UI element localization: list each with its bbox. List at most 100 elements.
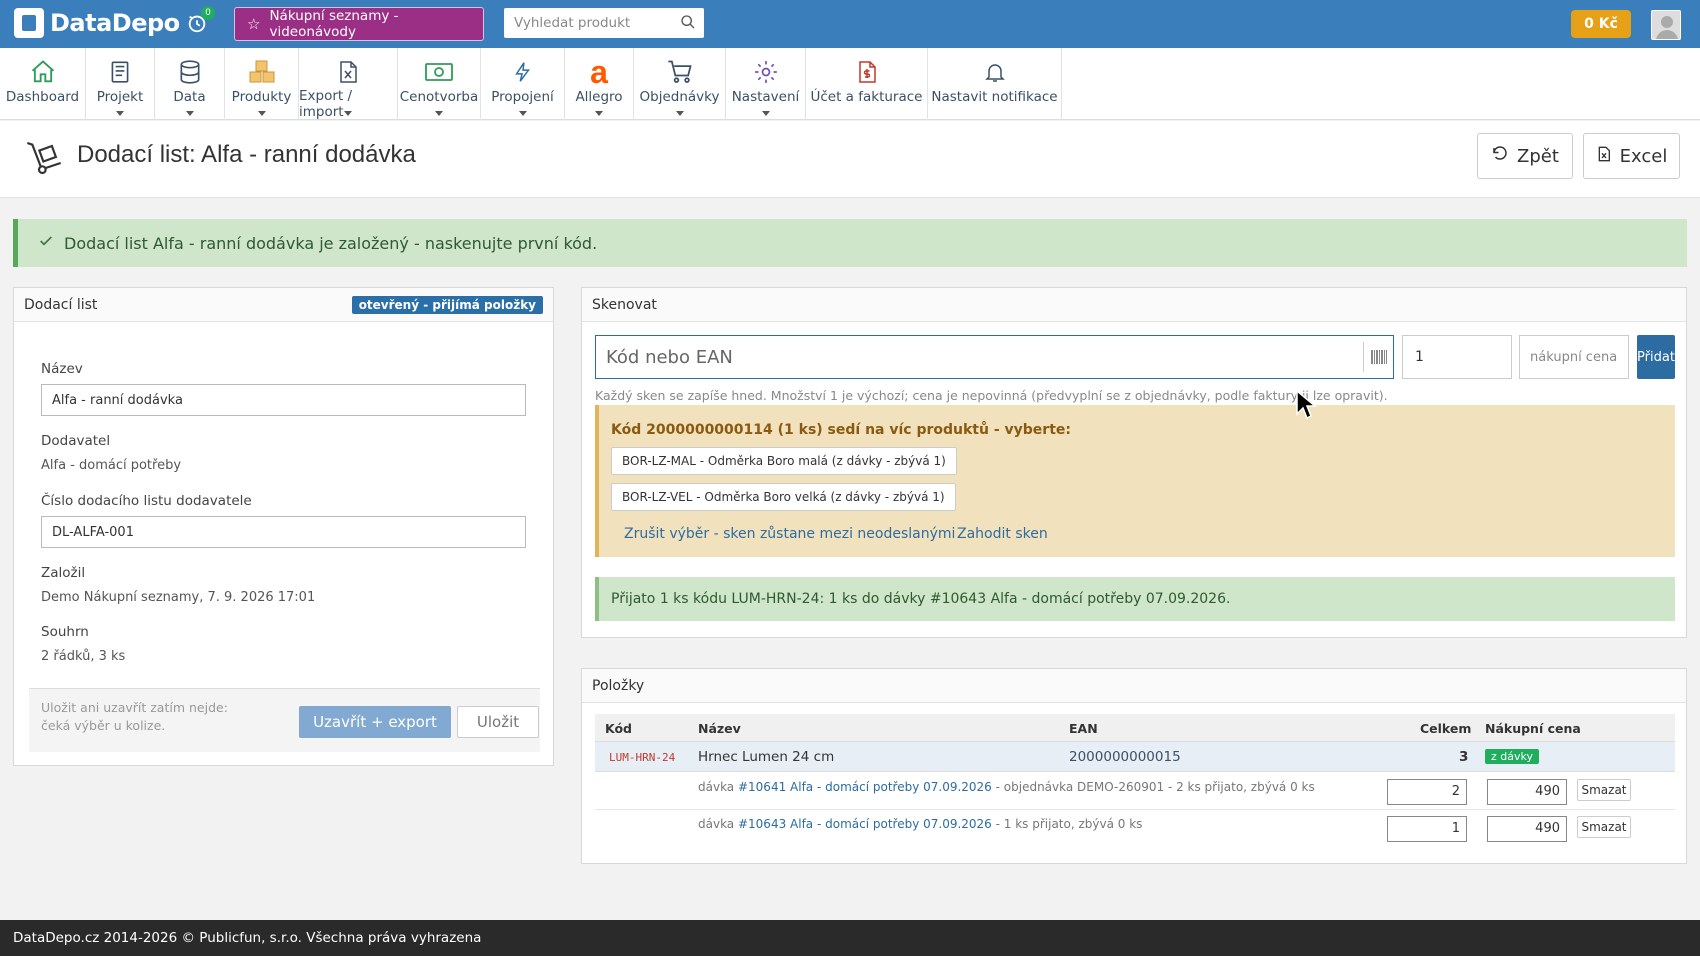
nav-dashboard[interactable]: Dashboard [0,48,86,120]
batch-link[interactable]: #10643 Alfa - domácí potřeby 07.09.2026 [738,817,992,831]
created-value: Demo Nákupní seznamy, 7. 9. 2026 17:01 [41,590,316,605]
history-icon[interactable]: 0 [186,6,215,36]
batch-suffix: - objednávka DEMO-260901 - 2 ks přijato,… [991,780,1315,794]
code-input[interactable]: Kód nebo EAN [595,335,1394,379]
nav-label: Nastavení [731,89,800,105]
excel-file-icon [1596,145,1612,168]
code-placeholder: Kód nebo EAN [606,346,733,368]
doc-number-field[interactable]: DL-ALFA-001 [41,516,526,548]
chevron-down-icon [257,111,266,116]
panel-footer: Uložit ani uzavřít zatím nejde: čeká výb… [29,688,540,752]
panel-heading: Skenovat [582,288,1686,322]
nav-nastaveni[interactable]: Nastavení [726,48,806,120]
nav-ucet-fakturace[interactable]: Účet a fakturace [806,48,928,120]
nav-projekt[interactable]: Projekt [86,48,155,120]
col-name: Název [698,721,741,736]
cancel-choice-link[interactable]: Zrušit výběr - sken zůstane mezi neodesl… [624,526,955,542]
delete-button[interactable]: Smazat [1577,816,1631,838]
page-title: Dodací list: Alfa - ranní dodávka [77,141,416,168]
name-field[interactable]: Alfa - ranní dodávka [41,384,526,416]
cart-icon [665,57,695,87]
add-button[interactable]: Přidat [1637,335,1675,379]
nav-label: Nastavit notifikace [931,89,1058,105]
chevron-down-icon [675,111,684,116]
close-export-button[interactable]: Uzavřít + export [299,706,451,738]
batch-qty-input[interactable]: 2 [1387,779,1467,805]
nav-label: Produkty [231,89,292,105]
batch-row: dávka #10641 Alfa - domácí potřeby 07.09… [595,773,1675,810]
batch-qty-input[interactable]: 1 [1387,816,1467,842]
success-alert-text: Dodací list Alfa - ranní dodávka je zalo… [64,233,598,253]
discard-scan-link[interactable]: Zahodit sken [957,526,1048,542]
nav-label: Cenotvorba [399,89,479,105]
nav-notifikace[interactable]: Nastavit notifikace [928,48,1062,120]
chevron-down-icon [761,111,770,116]
logo-mark-icon [14,8,44,38]
excel-button[interactable]: Excel [1583,133,1680,179]
nav-objednavky[interactable]: Objednávky [634,48,726,120]
nav-produkty[interactable]: Produkty [225,48,299,120]
nav-label: Účet a fakturace [810,89,923,105]
item-code: LUM-HRN-24 [609,751,676,764]
price-input[interactable]: nákupní cena [1519,335,1629,379]
back-label: Zpět [1517,145,1559,167]
batch-suffix: - 1 ks přijato, zbývá 0 ks [991,817,1143,831]
search-input[interactable]: Vyhledat produkt [504,8,704,38]
batch-price-input[interactable]: 490 [1487,816,1567,842]
delete-button[interactable]: Smazat [1577,779,1631,801]
doc-number-value: DL-ALFA-001 [52,524,134,540]
chevron-down-icon [435,111,443,116]
nav-export-import[interactable]: Export / import [299,48,398,120]
batch-price-input[interactable]: 490 [1487,779,1567,805]
save-button[interactable]: Uložit [457,706,539,738]
gear-icon [751,57,781,87]
nav-allegro[interactable]: a Allegro [565,48,634,120]
scan-hint: Každý sken se zapíše hned. Množství 1 je… [595,388,1388,403]
credit-badge[interactable]: 0 Kč [1571,10,1631,38]
nav-propojeni[interactable]: Propojení [481,48,565,120]
top-bar: DataDepo 0 ☆ Nákupní seznamy - videonávo… [0,0,1700,48]
nav-data[interactable]: Data [155,48,225,120]
panel-title: Skenovat [592,296,657,313]
star-icon: ☆ [247,15,261,33]
table-row: LUM-HRN-24 Hrnec Lumen 24 cm 20000000000… [595,742,1675,772]
nav-label: Objednávky [639,89,720,105]
chevron-down-icon [116,111,124,116]
choice-button[interactable]: BOR-LZ-MAL - Odměrka Boro malá (z dávky … [611,447,957,475]
chevron-down-icon [344,111,352,116]
panel-heading: Dodací list otevřený - přijímá položky [14,288,553,322]
collision-warning: Kód 2000000000114 (1 ks) sedí na víc pro… [595,405,1675,557]
avatar[interactable] [1651,10,1681,40]
summary-value: 2 řádků, 3 ks [41,649,126,664]
table-header: Kód Název EAN Celkem Nákupní cena [595,714,1675,742]
barcode-icon[interactable] [1363,342,1393,372]
promo-button[interactable]: ☆ Nákupní seznamy - videonávody [234,7,484,41]
created-label: Založil [41,565,86,581]
scan-panel: Skenovat Kód nebo EAN 1 nákupní cena Při… [581,287,1687,638]
chevron-down-icon [595,111,603,116]
promo-label: Nákupní seznamy - videonávody [269,8,399,40]
excel-label: Excel [1619,145,1668,167]
item-ean: 2000000000015 [1069,749,1181,765]
quantity-input[interactable]: 1 [1402,335,1512,379]
hand-truck-icon [24,138,64,182]
search-icon[interactable] [680,14,696,34]
name-label: Název [41,361,83,377]
col-total: Celkem [1420,721,1472,736]
logo[interactable]: DataDepo [14,8,180,38]
back-button[interactable]: Zpět [1477,133,1573,179]
invoice-icon [852,57,882,87]
boxes-icon [247,57,277,87]
footer-note: Uložit ani uzavřít zatím nejde: čeká výb… [41,700,228,733]
footer-text: DataDepo.cz 2014-2026 © Publicfun, s.r.o… [13,930,482,946]
items-panel: Položky Kód Název EAN Celkem Nákupní cen… [581,668,1687,864]
nav-cenotvorba[interactable]: Cenotvorba [398,48,481,120]
item-name: Hrnec Lumen 24 cm [698,749,835,765]
col-price: Nákupní cena [1485,721,1581,736]
excel-file-icon [333,57,363,86]
book-icon [105,57,135,87]
choice-button[interactable]: BOR-LZ-VEL - Odměrka Boro velká (z dávky… [611,483,956,511]
quantity-value: 1 [1415,349,1424,365]
batch-row: dávka #10643 Alfa - domácí potřeby 07.09… [595,810,1675,847]
batch-link[interactable]: #10641 Alfa - domácí potřeby 07.09.2026 [738,780,992,794]
